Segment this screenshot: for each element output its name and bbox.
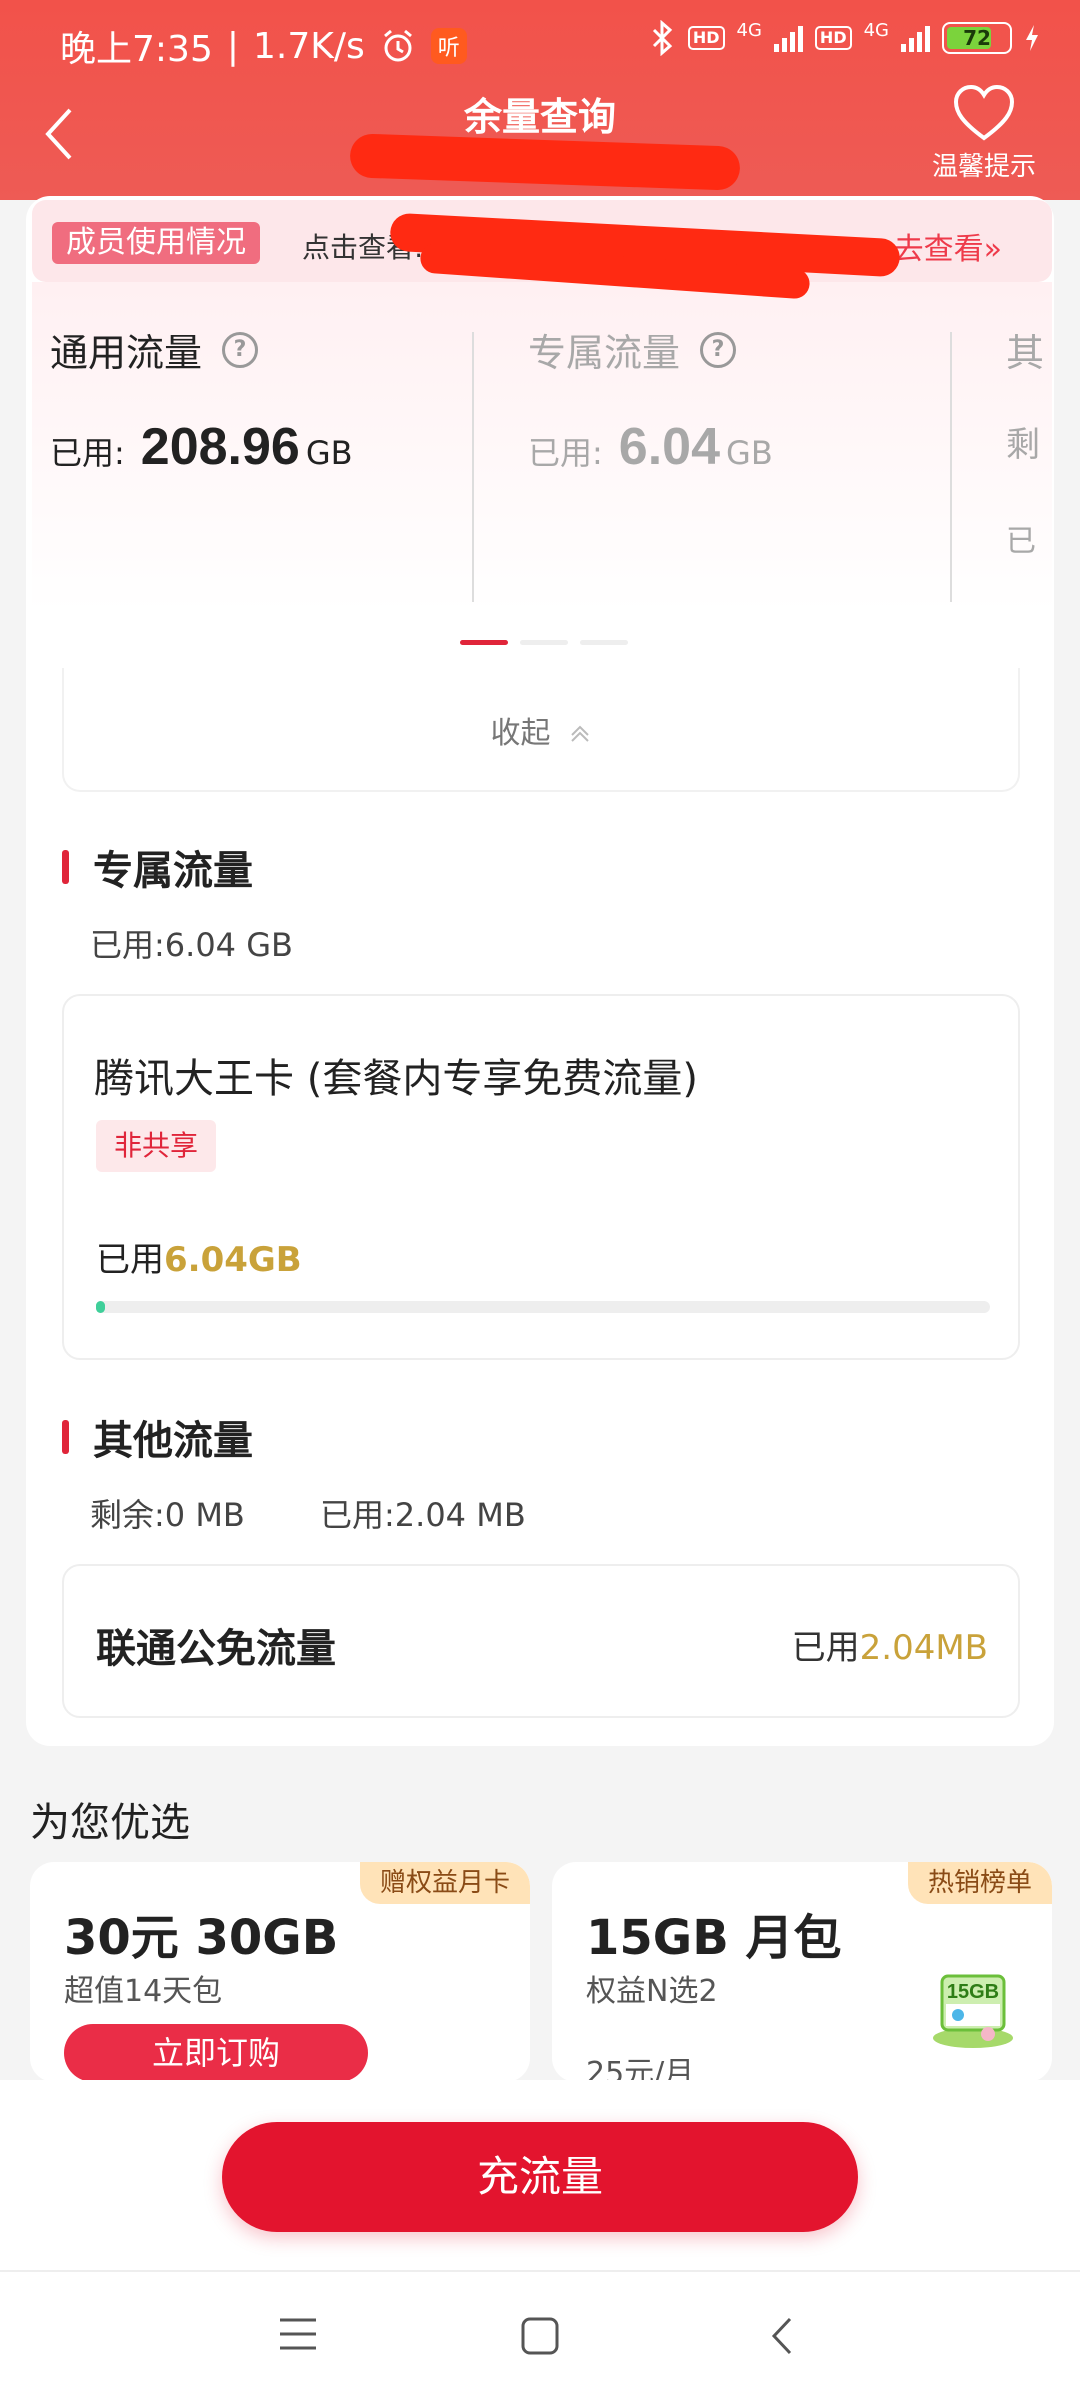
- exclusive-section-title: 专属流量: [62, 838, 253, 896]
- other-section-title: 其他流量: [62, 1408, 253, 1466]
- other-item-used-value: 2.04MB: [859, 1628, 988, 1668]
- exclusive-used-value: 6.04: [618, 418, 721, 476]
- package-name: 腾讯大王卡 (套餐内专享免费流量): [94, 1056, 698, 1102]
- recommend-card-1[interactable]: 赠权益月卡 30元 30GB 超值14天包 立即订购: [30, 1862, 530, 2082]
- other-item-used-prefix: 已用: [791, 1628, 860, 1668]
- collapse-chevron-icon: [570, 725, 589, 742]
- collapse-label: 收起: [490, 716, 551, 751]
- buy-now-button[interactable]: 立即订购: [64, 2024, 368, 2082]
- recommend-badge: 热销榜单: [907, 1862, 1052, 1904]
- package-used-prefix: 已用: [96, 1240, 164, 1280]
- exclusive-package-card: 腾讯大王卡 (套餐内专享免费流量) 非共享 已用6.04GB: [62, 994, 1020, 1360]
- carousel-indicator: [460, 640, 628, 645]
- exclusive-usage-column[interactable]: 专属流量? 已用: 6.04 GB: [528, 322, 773, 477]
- recommend-title: 为您优选: [30, 1800, 190, 1846]
- charging-icon: [1024, 23, 1040, 53]
- other-item-card: 联通公免流量 已用2.04MB: [62, 1564, 1020, 1718]
- tips-button[interactable]: 温馨提示: [924, 84, 1044, 183]
- other-usage-title: 其: [1006, 331, 1045, 375]
- battery-level: 72: [963, 26, 991, 50]
- other-item-name: 联通公免流量: [96, 1626, 336, 1672]
- network-4g-1: 4G: [736, 20, 762, 41]
- recommend-name: 15GB 月包: [586, 1910, 842, 1966]
- recommend-badge: 赠权益月卡: [359, 1862, 530, 1904]
- general-used-value: 208.96: [140, 418, 300, 476]
- exclusive-section-used: 已用:6.04 GB: [90, 926, 293, 964]
- heart-icon: [953, 84, 1015, 141]
- member-usage-link[interactable]: 去查看»: [894, 224, 1002, 268]
- exclusive-used-unit: GB: [726, 434, 773, 472]
- package-used-value: 6.04GB: [164, 1240, 302, 1280]
- status-bar: 晚上7:35 | 1.7K/s 听 HD 4G HD 4G 72: [0, 0, 1080, 84]
- general-used-label: 已用:: [50, 434, 125, 472]
- general-usage-column[interactable]: 通用流量? 已用: 208.96 GB: [50, 322, 353, 477]
- general-usage-title: 通用流量: [50, 331, 203, 375]
- question-icon[interactable]: ?: [222, 331, 259, 368]
- question-icon[interactable]: ?: [700, 331, 737, 368]
- package-used: 已用6.04GB: [96, 1232, 302, 1281]
- network-4g-2: 4G: [863, 20, 889, 41]
- usage-progress-fill: [96, 1301, 105, 1313]
- member-usage-tag: 成员使用情况: [52, 222, 260, 264]
- non-shared-tag: 非共享: [96, 1120, 217, 1172]
- exclusive-used-label: 已用:: [528, 434, 603, 472]
- divider: [472, 332, 474, 602]
- hd-badge-1: HD: [687, 26, 725, 50]
- back-nav-icon: [771, 2317, 792, 2355]
- bottom-action-bar: 充流量: [0, 2080, 1080, 2270]
- divider: [950, 332, 952, 602]
- page-title: 余量查询: [463, 95, 616, 139]
- tips-label: 温馨提示: [931, 152, 1036, 182]
- other-usage-column[interactable]: 其 剩 已: [1006, 322, 1044, 560]
- menu-button[interactable]: [278, 2316, 318, 2356]
- nav-back-button[interactable]: [768, 2316, 798, 2360]
- status-net-speed: 1.7K/s: [252, 25, 365, 67]
- usage-progress-bar: [96, 1301, 990, 1313]
- home-icon: [521, 2317, 559, 2355]
- home-button[interactable]: [520, 2316, 560, 2360]
- exclusive-usage-title: 专属流量: [528, 331, 681, 375]
- bluetooth-icon: [650, 20, 676, 56]
- hd-badge-2: HD: [814, 26, 852, 50]
- menu-icon: [280, 2318, 316, 2350]
- other-used: 已用:2.04 MB: [320, 1496, 526, 1534]
- other-remain-label: 剩: [1006, 425, 1040, 465]
- recommend-desc: 超值14天包: [64, 1974, 223, 2009]
- collapse-button[interactable]: 收起: [62, 668, 1020, 792]
- status-time: 晚上7:35: [60, 29, 213, 70]
- recommend-card-2[interactable]: 热销榜单 15GB 月包 权益N选2 25元/月 15GB: [552, 1862, 1052, 2082]
- recommend-price: 25元/月: [586, 2056, 695, 2082]
- other-item-used: 已用2.04MB: [792, 1620, 988, 1669]
- signal-icon-1: [773, 24, 803, 52]
- recommend-name: 30元 30GB: [64, 1910, 339, 1966]
- usage-carousel[interactable]: 通用流量? 已用: 208.96 GB 专属流量? 已用: 6.04 GB 其 剩 已: [32, 282, 1052, 612]
- data-pack-image-label: 15GB: [947, 1981, 999, 2003]
- status-divider: |: [226, 25, 239, 67]
- recharge-button[interactable]: 充流量: [222, 2122, 858, 2232]
- system-nav-bar: [0, 2270, 1080, 2400]
- other-remaining: 剩余:0 MB: [90, 1496, 245, 1534]
- app-notification-icon: 听: [430, 28, 467, 64]
- battery-icon: 72: [942, 22, 1012, 54]
- general-used-unit: GB: [305, 434, 353, 472]
- alarm-icon: [379, 27, 417, 65]
- signal-icon-2: [901, 24, 930, 52]
- data-pack-image: 15GB: [928, 1962, 1018, 2052]
- other-used-label: 已: [1006, 524, 1036, 559]
- recommend-desc: 权益N选2: [586, 1974, 718, 2009]
